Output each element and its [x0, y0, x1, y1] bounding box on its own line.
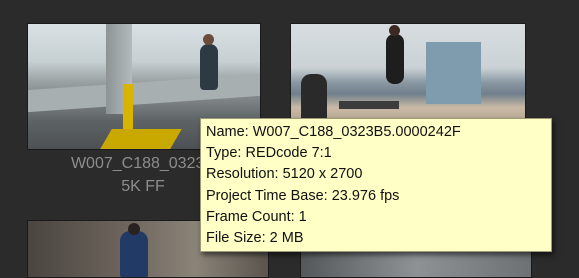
thumbnail-floor [100, 129, 182, 149]
thumbnail-person [301, 74, 327, 119]
thumbnail-skater [120, 223, 148, 277]
thumbnail-skater [200, 34, 218, 90]
tooltip-time-base: Project Time Base: 23.976 fps [206, 187, 400, 204]
thumbnail-bench [339, 101, 399, 109]
tooltip-file-size: File Size: 2 MB [206, 230, 304, 247]
tooltip-resolution: Resolution: 5120 x 2700 [206, 166, 363, 183]
clip-thumbnail-2[interactable] [290, 23, 526, 122]
clip-info-tooltip: Name: W007_C188_0323B5.0000242F Type: RE… [200, 118, 552, 252]
thumbnail-ramp [28, 73, 260, 113]
thumbnail-panel [426, 42, 481, 104]
tooltip-name: Name: W007_C188_0323B5.0000242F [206, 124, 461, 140]
thumbnail-skater [386, 25, 404, 84]
tooltip-type: Type: REDcode 7:1 [206, 145, 332, 162]
tooltip-frame-count: Frame Count: 1 [206, 208, 307, 225]
